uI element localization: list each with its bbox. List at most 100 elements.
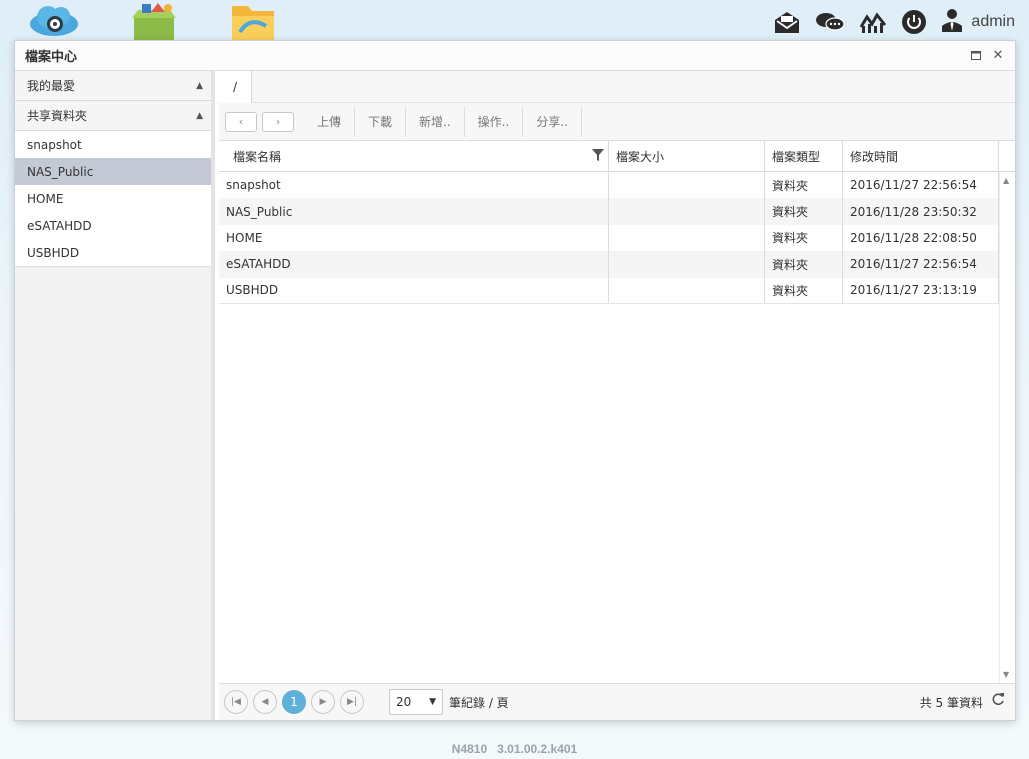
sidebar-item-label: NAS_Public [27,164,94,179]
system-monitor-icon[interactable] [859,11,887,33]
sidebar-item-label: HOME [27,191,64,206]
back-button[interactable]: ‹ [225,111,257,132]
toolbar: ‹ › 上傳 下載 新增.. 操作.. 分享.. [219,103,1015,141]
close-icon[interactable]: ✕ [991,48,1005,63]
cell-name: snapshot [219,172,609,199]
grid-header: 檔案名稱 檔案大小 檔案類型 修改時間 [219,141,1015,172]
new-button[interactable]: 新增.. [406,106,465,137]
cell-type: 資料夾 [765,172,843,199]
path-label: / [232,80,238,94]
cell-modified: 2016/11/27 23:13:19 [843,277,999,303]
column-header-size[interactable]: 檔案大小 [609,141,765,171]
power-icon[interactable] [901,9,927,35]
sidebar-item-label: USBHDD [27,245,80,260]
cell-modified: 2016/11/28 23:50:32 [843,198,999,225]
collapse-up-icon: ▲ [196,110,203,121]
cell-name: HOME [219,224,609,252]
cell-name: NAS_Public [219,198,609,225]
prev-page-button[interactable]: ◀ [253,690,277,714]
page-size-value: 20 [396,695,412,709]
sidebar: 我的最愛 ▲ 共享資料夾 ▲ snapshot NAS_Public HOME … [15,71,215,720]
table-row[interactable]: USBHDD 資料夾 2016/11/27 23:13:19 [219,277,1015,304]
first-page-icon: |◀ [231,697,241,707]
shared-folders-header[interactable]: 共享資料夾 ▲ [15,101,211,131]
favorites-label: 我的最愛 [27,79,76,93]
vertical-scrollbar[interactable]: ▲ ▼ [999,172,1015,683]
maximize-icon[interactable] [969,49,983,63]
shared-folders-label: 共享資料夾 [27,109,88,123]
first-page-button[interactable]: |◀ [224,690,248,714]
cell-modified: 2016/11/27 22:56:54 [843,172,999,199]
cell-size [609,224,765,252]
column-label: 檔案名稱 [233,149,282,164]
main-panel: / ‹ › 上傳 下載 新增.. 操作.. 分享.. 檔案名稱 檔案大小 檔案類… [219,71,1015,720]
next-page-button[interactable]: ▶ [311,690,335,714]
column-header-modified[interactable]: 修改時間 [843,141,999,171]
column-header-name[interactable]: 檔案名稱 [219,141,609,171]
page-size-select[interactable]: 20 ▼ [389,689,443,715]
sidebar-item-home[interactable]: HOME [15,185,211,212]
scroll-up-icon[interactable]: ▲ [1003,176,1009,185]
total-records-label: 共 5 筆資料 [919,695,983,710]
cell-modified: 2016/11/28 22:08:50 [843,224,999,252]
cell-size [609,172,765,199]
file-center-icon[interactable] [230,2,276,43]
table-row[interactable]: eSATAHDD 資料夾 2016/11/27 22:56:54 [219,251,1015,278]
column-label: 檔案類型 [772,149,821,164]
favorites-header[interactable]: 我的最愛 ▲ [15,71,211,101]
column-header-spacer [999,141,1015,171]
column-label: 修改時間 [850,149,899,164]
prev-page-icon: ◀ [261,697,269,707]
current-page-button[interactable]: 1 [282,690,306,714]
chevron-right-icon: › [275,115,281,128]
actions-button[interactable]: 操作.. [465,106,524,137]
cell-type: 資料夾 [765,277,843,303]
user-icon [941,8,963,35]
cell-name: eSATAHDD [219,251,609,278]
cell-type: 資料夾 [765,198,843,225]
filter-icon[interactable] [592,148,604,164]
mail-icon[interactable] [773,10,801,34]
app-center-icon[interactable] [128,2,180,43]
path-bar: / [219,71,1015,103]
sidebar-item-snapshot[interactable]: snapshot [15,131,211,158]
sidebar-item-nas-public[interactable]: NAS_Public [15,158,211,185]
user-menu[interactable]: admin [941,8,1015,35]
cell-size [609,277,765,303]
last-page-icon: ▶| [347,697,357,707]
scroll-down-icon[interactable]: ▼ [1003,670,1009,679]
refresh-icon[interactable] [991,692,1005,709]
cell-name: USBHDD [219,277,609,303]
table-row[interactable]: HOME 資料夾 2016/11/28 22:08:50 [219,224,1015,252]
cloud-app-icon[interactable] [28,2,80,41]
table-row[interactable]: NAS_Public 資料夾 2016/11/28 23:50:32 [219,198,1015,225]
grid-body: snapshot 資料夾 2016/11/27 22:56:54 NAS_Pub… [219,172,1015,683]
chat-icon[interactable] [815,11,846,33]
download-button[interactable]: 下載 [355,106,407,137]
cell-modified: 2016/11/27 22:56:54 [843,251,999,278]
last-page-button[interactable]: ▶| [340,690,364,714]
sidebar-item-usbhdd[interactable]: USBHDD [15,239,211,266]
pager: |◀ ◀ 1 ▶ ▶| 20 ▼ 筆紀錄 / 頁 共 5 筆資料 [219,683,1015,720]
column-header-type[interactable]: 檔案類型 [765,141,843,171]
chevron-left-icon: ‹ [238,115,244,128]
upload-button[interactable]: 上傳 [304,106,356,137]
table-row[interactable]: snapshot 資料夾 2016/11/27 22:56:54 [219,172,1015,199]
sidebar-item-label: snapshot [27,137,82,152]
collapse-up-icon: ▲ [196,80,203,91]
cell-type: 資料夾 [765,251,843,278]
cell-type: 資料夾 [765,224,843,252]
file-center-window: 檔案中心 ✕ 我的最愛 ▲ 共享資料夾 ▲ snapshot NAS_Publi… [14,40,1016,721]
per-page-label: 筆紀錄 / 頁 [449,695,509,710]
window-titlebar[interactable]: 檔案中心 ✕ [15,41,1015,71]
path-root-tab[interactable]: / [219,71,252,103]
shared-folder-list: snapshot NAS_Public HOME eSATAHDD USBHDD [15,131,211,267]
next-page-icon: ▶ [319,697,327,707]
cell-size [609,251,765,278]
sidebar-item-label: eSATAHDD [27,218,92,233]
cell-size [609,198,765,225]
chevron-down-icon: ▼ [429,697,436,707]
forward-button[interactable]: › [262,111,294,132]
share-button[interactable]: 分享.. [523,106,582,137]
sidebar-item-esatahdd[interactable]: eSATAHDD [15,212,211,239]
